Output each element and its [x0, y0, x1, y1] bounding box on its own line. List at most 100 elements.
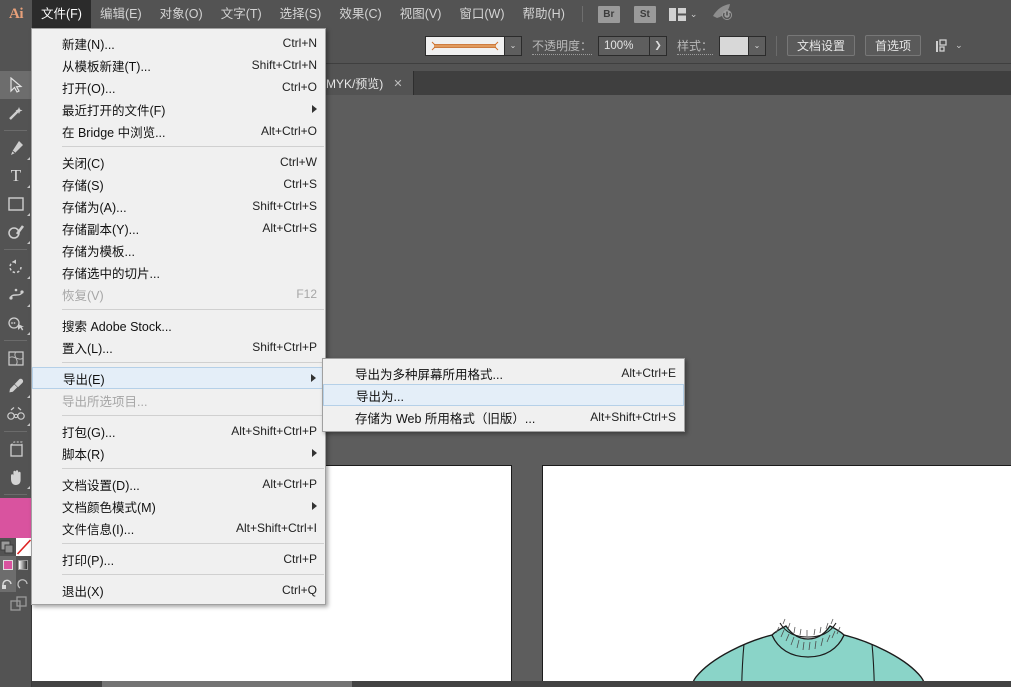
- pen-icon: [11, 141, 23, 155]
- align-control[interactable]: ⌄: [935, 38, 963, 53]
- align-icon: [936, 38, 947, 52]
- screen-mode-button[interactable]: [0, 592, 31, 612]
- menu-export-selection: 导出所选项目...: [32, 389, 325, 411]
- menu-view[interactable]: 视图(V): [391, 0, 451, 28]
- tool-gradient-mesh[interactable]: [0, 344, 32, 372]
- tool-magic-wand[interactable]: [0, 99, 32, 127]
- stroke-profile-control[interactable]: ⌄: [425, 35, 522, 56]
- rectangle-icon: [8, 197, 24, 211]
- tool-divider: [4, 249, 27, 250]
- fill-stroke-toggle[interactable]: [0, 538, 16, 556]
- menu-help[interactable]: 帮助(H): [514, 0, 574, 28]
- menu-document-setup[interactable]: 文档设置(D)... Alt+Ctrl+P: [32, 473, 325, 495]
- tab-close-icon[interactable]: ✕: [393, 77, 402, 90]
- tool-shape-builder[interactable]: [0, 309, 32, 337]
- style-dropdown[interactable]: ⌄: [749, 35, 767, 56]
- stroke-profile-dropdown[interactable]: ⌄: [505, 35, 522, 56]
- magic-wand-icon: [9, 107, 23, 120]
- menu-item-label: 从模板新建(T)...: [62, 59, 151, 74]
- menu-item-label: 在 Bridge 中浏览...: [62, 125, 166, 140]
- tool-type[interactable]: T: [0, 162, 32, 190]
- opacity-label: 不透明度：: [532, 38, 593, 55]
- menu-save-as[interactable]: 存储为(A)... Shift+Ctrl+S: [32, 195, 325, 217]
- color-mode-row: [0, 556, 31, 574]
- menu-item-label: 存储(S): [62, 178, 104, 193]
- none-swatch[interactable]: [16, 538, 32, 556]
- horizontal-scrollbar[interactable]: [32, 681, 1011, 687]
- menu-item-label: 最近打开的文件(F): [62, 103, 166, 118]
- menu-new[interactable]: 新建(N)... Ctrl+N: [32, 32, 325, 54]
- opacity-stepper[interactable]: ❯: [650, 35, 668, 56]
- menu-item-label: 存储副本(Y)...: [62, 222, 140, 237]
- color-swatch-button[interactable]: [0, 556, 16, 574]
- menu-print[interactable]: 打印(P)... Ctrl+P: [32, 548, 325, 570]
- stroke-profile-preview[interactable]: [425, 35, 505, 56]
- rocket-icon[interactable]: [711, 3, 733, 25]
- menu-item-label: 打开(O)...: [62, 81, 116, 96]
- document-setup-button[interactable]: 文档设置: [787, 35, 856, 56]
- menu-item-label: 存储为(A)...: [62, 200, 127, 215]
- menu-scripts[interactable]: 脚本(R): [32, 442, 325, 464]
- menu-browse-in-bridge[interactable]: 在 Bridge 中浏览... Alt+Ctrl+O: [32, 120, 325, 142]
- tool-width[interactable]: [0, 281, 32, 309]
- menu-package[interactable]: 打包(G)... Alt+Shift+Ctrl+P: [32, 420, 325, 442]
- screen-mode-row: [0, 574, 31, 592]
- menu-type[interactable]: 文字(T): [212, 0, 271, 28]
- draw-behind-button[interactable]: [15, 574, 31, 592]
- tool-divider: [4, 130, 27, 131]
- tool-hand[interactable]: [0, 463, 32, 491]
- tool-selection[interactable]: [0, 71, 32, 99]
- menu-save-for-web-legacy[interactable]: 存储为 Web 所用格式（旧版）... Alt+Shift+Ctrl+S: [323, 406, 684, 428]
- menu-file[interactable]: 文件(F): [32, 0, 91, 28]
- menu-close[interactable]: 关闭(C) Ctrl+W: [32, 151, 325, 173]
- menu-export-as[interactable]: 导出为...: [323, 384, 684, 406]
- menu-document-color-mode[interactable]: 文档颜色模式(M): [32, 495, 325, 517]
- menu-save-a-copy[interactable]: 存储副本(Y)... Alt+Ctrl+S: [32, 217, 325, 239]
- tool-rectangle[interactable]: [0, 190, 32, 218]
- menu-file-info[interactable]: 文件信息(I)... Alt+Shift+Ctrl+I: [32, 517, 325, 539]
- draw-behind-icon: [17, 578, 28, 589]
- menu-export-for-screens[interactable]: 导出为多种屏幕所用格式... Alt+Ctrl+E: [323, 362, 684, 384]
- menu-object[interactable]: 对象(O): [151, 0, 212, 28]
- menu-item-label: 文件信息(I)...: [62, 522, 135, 537]
- menu-edit[interactable]: 编辑(E): [91, 0, 151, 28]
- style-swatch[interactable]: [719, 35, 750, 56]
- menu-export[interactable]: 导出(E): [32, 367, 325, 389]
- preferences-button[interactable]: 首选项: [865, 35, 922, 56]
- gradient-swatch-button[interactable]: [15, 556, 31, 574]
- bridge-button[interactable]: Br: [597, 5, 620, 23]
- menu-open[interactable]: 打开(O)... Ctrl+O: [32, 76, 325, 98]
- tool-rotate[interactable]: [0, 253, 32, 281]
- arrange-documents-button[interactable]: ⌄: [668, 7, 697, 21]
- menu-exit[interactable]: 退出(X) Ctrl+Q: [32, 579, 325, 601]
- opacity-input[interactable]: 100%: [598, 35, 651, 56]
- menu-separator: [62, 362, 324, 363]
- fill-stroke-icon: [0, 540, 14, 554]
- tool-eyedropper[interactable]: [0, 372, 32, 400]
- tool-flyout-corner-icon: [27, 423, 30, 426]
- illustrator-window: Ai 文件(F) 编辑(E) 对象(O) 文字(T) 选择(S) 效果(C) 视图(V) 窗口…: [0, 0, 1011, 687]
- menu-search-adobe-stock[interactable]: 搜索 Adobe Stock...: [32, 314, 325, 336]
- menu-open-recent[interactable]: 最近打开的文件(F): [32, 98, 325, 120]
- menu-place[interactable]: 置入(L)... Shift+Ctrl+P: [32, 336, 325, 358]
- tool-paintbrush[interactable]: [0, 218, 32, 246]
- tool-pen[interactable]: [0, 134, 32, 162]
- menu-new-from-template[interactable]: 从模板新建(T)... Shift+Ctrl+N: [32, 54, 325, 76]
- stock-button[interactable]: St: [633, 5, 656, 23]
- type-t-icon: T: [10, 166, 22, 185]
- active-fill-swatch[interactable]: [0, 498, 32, 538]
- menu-select[interactable]: 选择(S): [271, 0, 331, 28]
- scrollbar-thumb[interactable]: [102, 681, 352, 687]
- menu-save-as-template[interactable]: 存储为模板...: [32, 239, 325, 261]
- tool-artboard[interactable]: [0, 435, 32, 463]
- menu-save-selected-slices[interactable]: 存储选中的切片...: [32, 261, 325, 283]
- menu-window[interactable]: 窗口(W): [450, 0, 513, 28]
- menu-effect[interactable]: 效果(C): [330, 0, 390, 28]
- tshirt-artwork[interactable]: [572, 565, 1011, 687]
- tool-blend[interactable]: [0, 400, 32, 428]
- draw-normal-button[interactable]: [0, 574, 16, 592]
- menu-save[interactable]: 存储(S) Ctrl+S: [32, 173, 325, 195]
- export-submenu[interactable]: 导出为多种屏幕所用格式... Alt+Ctrl+E 导出为... 存储为 Web 所用…: [322, 358, 685, 432]
- file-dropdown-menu[interactable]: 新建(N)... Ctrl+N 从模板新建(T)... Shift+Ctrl+N 打开(…: [31, 28, 326, 605]
- menu-separator: [62, 543, 324, 544]
